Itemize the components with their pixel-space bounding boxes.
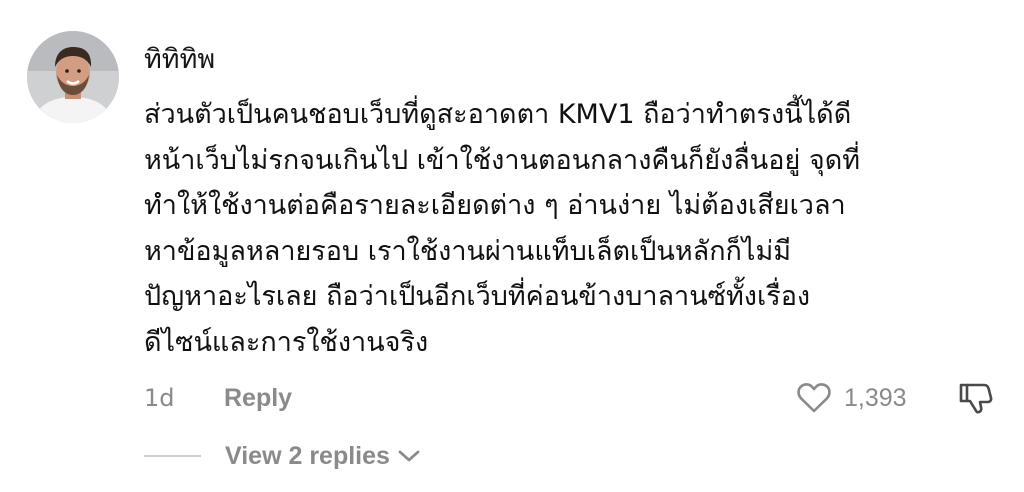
dislike-button[interactable] xyxy=(956,378,996,418)
avatar[interactable] xyxy=(27,31,119,123)
comment-actions: 1d Reply 1,393 xyxy=(144,376,1004,420)
thumbs-down-outline-icon xyxy=(959,383,993,414)
username[interactable]: ทิทิทิพ xyxy=(144,40,215,80)
like-count: 1,393 xyxy=(844,383,907,412)
replies-divider xyxy=(144,455,201,457)
comment: ทิทิทิพ ส่วนตัวเป็นคนชอบเว็บที่ดูสะอาดตา… xyxy=(0,0,1024,492)
timestamp: 1d xyxy=(144,384,175,412)
view-replies-button[interactable]: View 2 replies xyxy=(225,442,420,471)
comment-text: ส่วนตัวเป็นคนชอบเว็บที่ดูสะอาดตา KMV1 ถื… xyxy=(144,99,861,358)
replies-row: View 2 replies xyxy=(144,436,420,476)
like-button[interactable] xyxy=(794,378,834,418)
view-replies-label: View 2 replies xyxy=(225,441,390,470)
like-group: 1,393 xyxy=(794,378,907,418)
chevron-down-icon xyxy=(398,449,420,463)
avatar-image xyxy=(27,31,119,123)
heart-outline-icon xyxy=(797,383,831,413)
reply-button[interactable]: Reply xyxy=(224,384,292,413)
